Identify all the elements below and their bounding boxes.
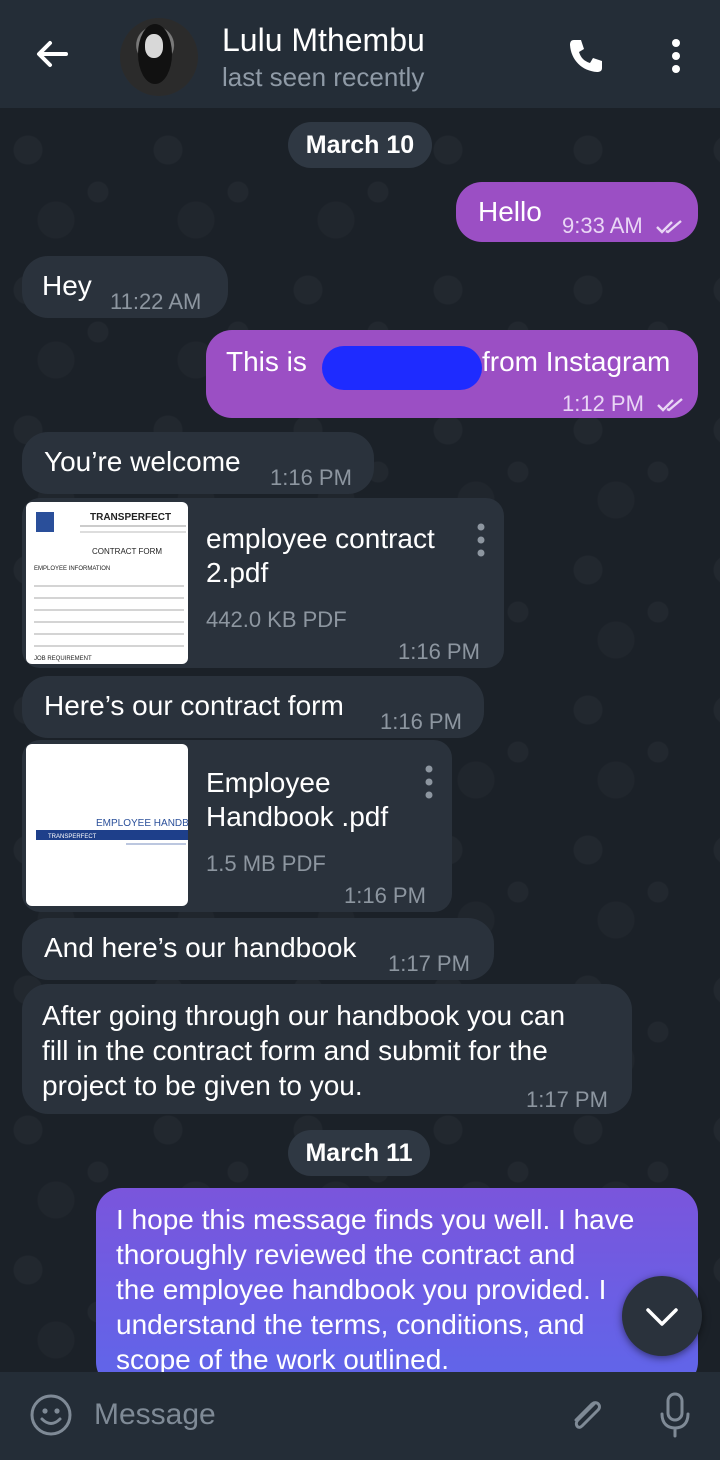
message-text: Here’s our contract form — [44, 690, 344, 721]
read-ticks-icon — [657, 398, 683, 412]
message-incoming[interactable]: Hey 11:22 AM — [22, 256, 228, 318]
chevron-down-icon — [646, 1308, 678, 1326]
date-separator: March 10 — [288, 122, 432, 168]
message-input[interactable] — [94, 1390, 534, 1440]
message-time: 1:16 PM — [398, 639, 480, 664]
avatar[interactable] — [120, 18, 198, 96]
message-outgoing[interactable]: This is from Instagram 1:12 PM — [206, 330, 698, 418]
emoji-icon[interactable] — [28, 1392, 74, 1438]
file-message[interactable]: TRANSPERFECT CONTRACT FORM EMPLOYEE INFO… — [22, 498, 504, 668]
redaction-mark — [322, 346, 482, 390]
message-text-line: understand the terms, conditions, and — [116, 1309, 585, 1340]
chat-area[interactable]: March 10 Hello 9:33 AM Hey 11:22 AM This… — [0, 108, 720, 1372]
pdf-thumbnail[interactable]: EMPLOYEE HANDB TRANSPERFECT — [26, 744, 188, 906]
message-text: Hello — [478, 196, 542, 227]
contact-name[interactable]: Lulu Mthembu — [222, 22, 425, 59]
message-time: 9:33 AM — [562, 208, 685, 243]
message-time: 1:16 PM — [344, 883, 426, 908]
message-time: 11:22 AM — [110, 289, 202, 314]
message-text: Hey — [42, 270, 92, 301]
message-outgoing[interactable]: I hope this message finds you well. I ha… — [96, 1188, 698, 1372]
message-text: This is — [226, 346, 307, 377]
thumb-footer: JOB REQUIREMENT — [34, 656, 92, 662]
microphone-icon[interactable] — [652, 1390, 698, 1440]
file-options-icon[interactable] — [424, 764, 434, 800]
file-options-icon[interactable] — [476, 522, 486, 558]
read-ticks-icon — [655, 220, 682, 234]
contact-status: last seen recently — [222, 62, 425, 92]
thumb-title: EMPLOYEE HANDB — [96, 818, 188, 829]
file-name-line-2[interactable]: Handbook .pdf — [206, 800, 388, 834]
message-text-line: project to be given to you. — [42, 1070, 363, 1101]
file-name-line-1[interactable]: employee contract — [206, 522, 435, 556]
message-text-line: scope of the work outlined. — [116, 1344, 450, 1372]
date-separator: March 11 — [288, 1130, 430, 1176]
thumb-form: CONTRACT FORM — [92, 547, 162, 556]
back-arrow-icon[interactable] — [30, 32, 74, 76]
message-time: 1:16 PM — [380, 709, 462, 734]
thumb-section: EMPLOYEE INFORMATION — [34, 566, 110, 572]
message-time: 1:12 PM — [562, 386, 686, 421]
message-incoming[interactable]: And here’s our handbook 1:17 PM — [22, 918, 494, 980]
message-text-line: thoroughly reviewed the contract and — [116, 1239, 576, 1270]
file-name-line-1[interactable]: Employee — [206, 766, 331, 800]
pdf-thumbnail[interactable]: TRANSPERFECT CONTRACT FORM EMPLOYEE INFO… — [26, 502, 188, 664]
scroll-to-bottom-button[interactable] — [622, 1276, 702, 1356]
message-time: 1:17 PM — [526, 1087, 608, 1112]
thumb-brand: TRANSPERFECT — [90, 512, 171, 523]
message-text: from Instagram — [482, 346, 671, 377]
message-time: 1:16 PM — [270, 465, 352, 490]
message-text-line: After going through our handbook you can — [42, 1000, 566, 1031]
message-incoming[interactable]: You’re welcome 1:16 PM — [22, 432, 374, 494]
phone-call-icon[interactable] — [564, 34, 608, 78]
message-text-line: fill in the contract form and submit for… — [42, 1035, 548, 1066]
message-text: And here’s our handbook — [44, 932, 357, 963]
attachment-paperclip-icon[interactable] — [564, 1392, 610, 1438]
message-outgoing[interactable]: Hello 9:33 AM — [456, 182, 698, 242]
thumb-brand: TRANSPERFECT — [48, 834, 97, 840]
file-size: 1.5 MB PDF — [206, 851, 326, 876]
file-message[interactable]: EMPLOYEE HANDB TRANSPERFECT Employee Han… — [22, 740, 452, 912]
file-size: 442.0 KB PDF — [206, 607, 347, 632]
message-text: You’re welcome — [44, 446, 241, 477]
file-name-line-2[interactable]: 2.pdf — [206, 556, 268, 590]
message-time: 1:17 PM — [388, 951, 470, 976]
message-composer — [0, 1372, 720, 1460]
message-text-line: I hope this message finds you well. I ha… — [116, 1204, 635, 1235]
message-incoming[interactable]: Here’s our contract form 1:16 PM — [22, 676, 484, 738]
chat-header: Lulu Mthembu last seen recently — [0, 0, 720, 108]
more-options-icon[interactable] — [660, 36, 692, 76]
message-text-line: the employee handbook you provided. I — [116, 1274, 607, 1305]
message-incoming[interactable]: After going through our handbook you can… — [22, 984, 632, 1114]
